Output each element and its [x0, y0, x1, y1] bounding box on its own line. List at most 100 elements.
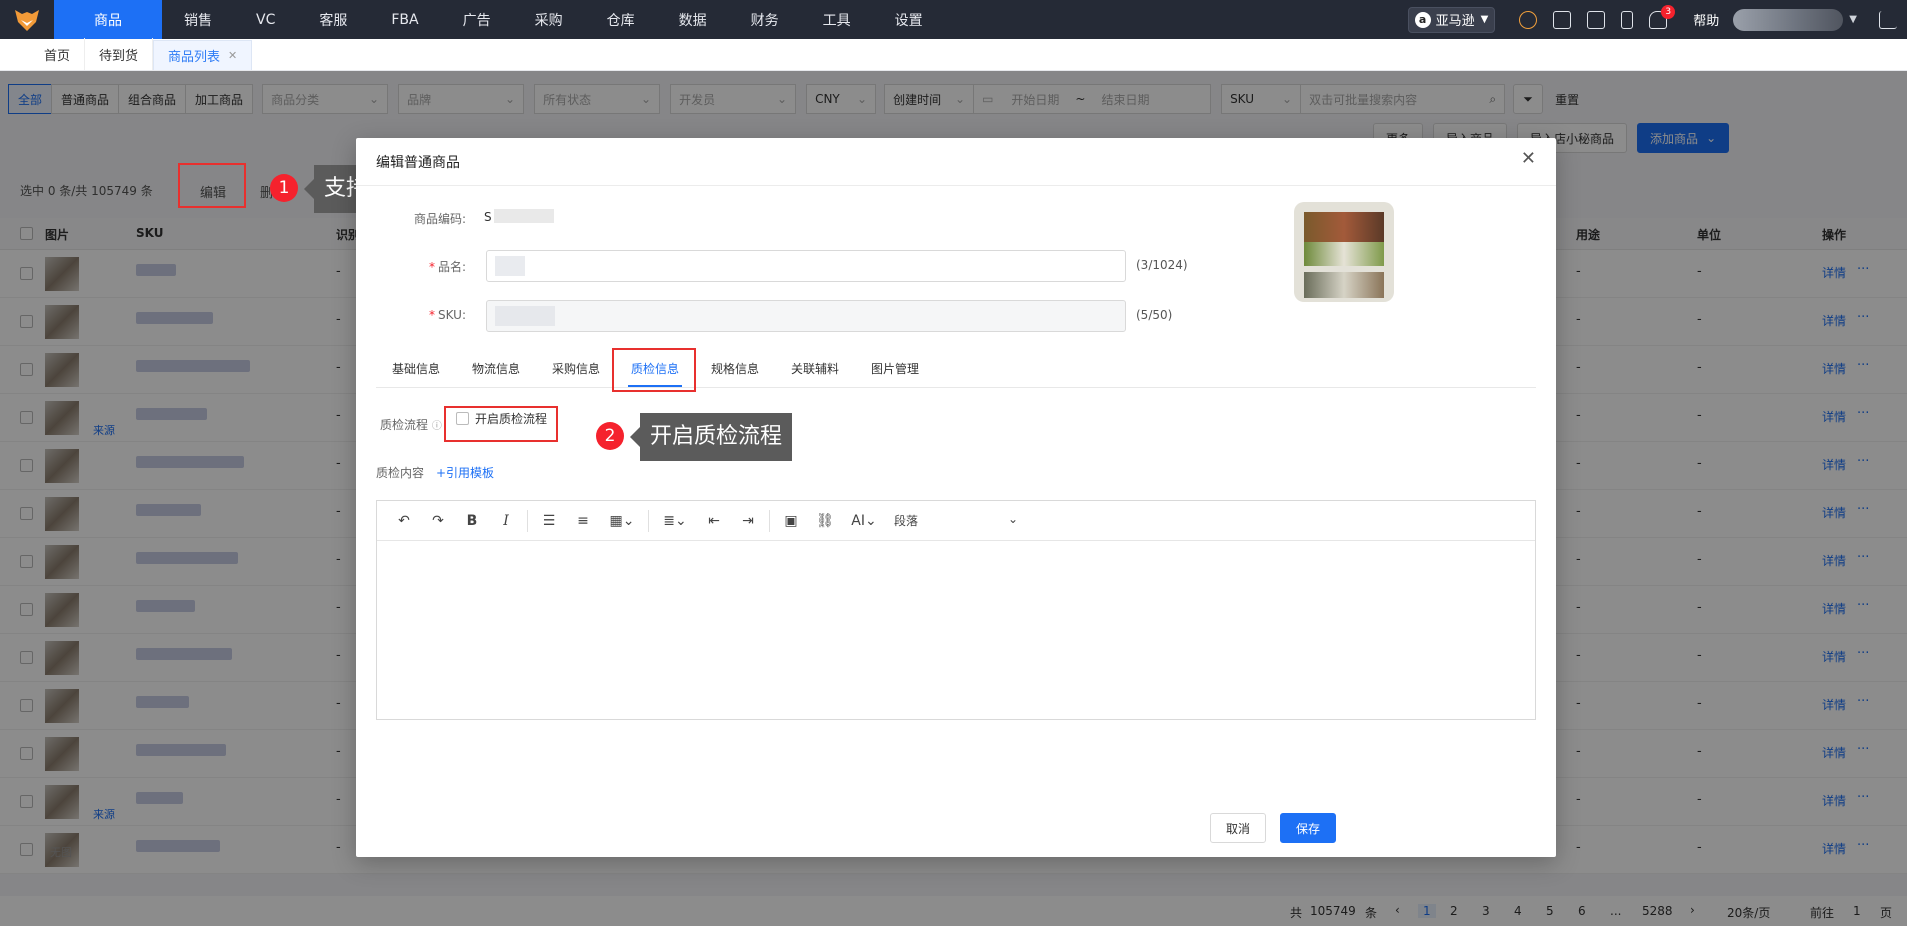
name-input[interactable]: [486, 250, 1126, 282]
italic-icon[interactable]: I: [494, 513, 518, 529]
template-link[interactable]: +引用模板: [436, 464, 494, 481]
label-text: 品名:: [437, 260, 466, 274]
toolbar-separator: [648, 509, 649, 532]
name-label: * 品名:: [356, 258, 466, 275]
nav-item[interactable]: 设置: [873, 0, 945, 39]
product-thumbnail[interactable]: [1294, 202, 1394, 302]
cancel-button[interactable]: 取消: [1210, 813, 1266, 843]
callout-number-1: 1: [270, 174, 298, 202]
editor-content[interactable]: [377, 541, 1535, 719]
mobile-icon[interactable]: [1621, 10, 1634, 29]
table-icon[interactable]: ▦⌄: [605, 513, 639, 529]
help-link[interactable]: 帮助: [1693, 10, 1719, 29]
tab-label: 商品列表: [168, 50, 221, 65]
thumbnail-pixel: [1304, 242, 1384, 266]
outdent-icon[interactable]: ⇤: [702, 513, 726, 529]
tab-home[interactable]: 首页: [30, 38, 86, 70]
undo-icon[interactable]: ↶: [392, 513, 416, 529]
callout-number-2: 2: [596, 422, 624, 450]
editor-toolbar: ↶ ↷ B I ☰ ≡ ▦⌄ ≣⌄ ⇤ ⇥ ▣ ⛓ AI⌄ 段落 ⌄: [377, 501, 1535, 541]
nav-item[interactable]: 广告: [441, 0, 513, 39]
qc-content-label: 质检内容: [376, 466, 425, 480]
marketplace-select[interactable]: a 亚马逊 ▼: [1407, 6, 1496, 33]
fox-logo-icon: [15, 9, 39, 31]
notification-badge: 3: [1661, 4, 1676, 19]
toolbar-separator: [527, 509, 528, 532]
input-blur: [495, 256, 525, 276]
sku-label: * SKU:: [356, 308, 466, 322]
amazon-icon: a: [1414, 11, 1431, 28]
nav-item[interactable]: VC: [234, 0, 297, 39]
button-label: 取消: [1225, 821, 1250, 836]
edit-product-modal: 编辑普通商品 ✕ 商品编码: S * 品名: (3/1024) * SKU: (5/…: [356, 138, 1556, 857]
user-avatar[interactable]: [1733, 8, 1844, 31]
page-tabs: 首页 待到货 商品列表 ✕: [0, 38, 1907, 71]
download-icon[interactable]: [1553, 10, 1572, 29]
bell-icon[interactable]: 3: [1649, 4, 1676, 29]
bold-icon[interactable]: B: [460, 513, 484, 529]
paragraph-select[interactable]: 段落 ⌄: [894, 512, 1018, 529]
highlight-batch-edit: [178, 163, 246, 208]
sku-input: [486, 300, 1126, 332]
help-icon[interactable]: ⓘ: [432, 421, 442, 432]
nav-item[interactable]: 工具: [801, 0, 873, 39]
nav-item[interactable]: FBA: [369, 0, 440, 39]
tab-images[interactable]: 图片管理: [871, 360, 919, 377]
thumbnail-pixel: [1304, 212, 1384, 242]
nav-item[interactable]: 销售: [162, 0, 234, 39]
indent-icon[interactable]: ⇥: [736, 513, 760, 529]
app-logo[interactable]: [0, 0, 54, 39]
numbered-list-icon[interactable]: ≡: [571, 513, 595, 529]
label-text: SKU:: [438, 308, 466, 322]
thumbnail-pixel: [1304, 272, 1384, 298]
save-button[interactable]: 保存: [1280, 813, 1336, 843]
image-icon[interactable]: ▣: [779, 513, 803, 529]
nav-item[interactable]: 客服: [297, 0, 369, 39]
user-menu-chevron-icon[interactable]: ▼: [1849, 14, 1857, 25]
nav-item[interactable]: 数据: [657, 0, 729, 39]
modal-tabs: 基础信息 物流信息 采购信息 质检信息 规格信息 关联辅料 图片管理: [376, 346, 1536, 388]
tab-incoming[interactable]: 待到货: [85, 38, 154, 70]
tab-accessory[interactable]: 关联辅料: [791, 360, 839, 377]
code-value: S: [484, 210, 492, 224]
close-icon[interactable]: ✕: [228, 49, 237, 62]
task-list-icon[interactable]: [1587, 10, 1606, 29]
close-icon[interactable]: ✕: [1521, 148, 1536, 169]
tab-logistics[interactable]: 物流信息: [472, 360, 520, 377]
tab-product-list[interactable]: 商品列表 ✕: [153, 40, 253, 70]
nav-right: a 亚马逊 ▼ 3 帮助 ▼: [1407, 0, 1907, 39]
chevron-down-icon: ⌄: [1007, 512, 1018, 526]
marketplace-label: 亚马逊: [1435, 14, 1475, 29]
callout-qc-flow: 开启质检流程: [629, 413, 793, 461]
select-value: 段落: [894, 514, 919, 528]
modal-divider: [356, 185, 1556, 186]
redo-icon[interactable]: ↷: [426, 513, 450, 529]
tab-spec[interactable]: 规格信息: [711, 360, 759, 377]
align-icon[interactable]: ≣⌄: [658, 513, 692, 529]
coin-icon[interactable]: [1519, 10, 1538, 29]
nav-item[interactable]: 采购: [513, 0, 585, 39]
tab-label: 首页: [44, 48, 71, 64]
tab-label: 待到货: [99, 48, 139, 64]
bullet-list-icon[interactable]: ☰: [537, 513, 561, 529]
tab-purchase[interactable]: 采购信息: [552, 360, 600, 377]
link-icon[interactable]: ⛓: [813, 513, 837, 529]
font-size-icon[interactable]: AI⌄: [847, 513, 881, 529]
highlight-qc-enable: [444, 406, 558, 442]
nav-item[interactable]: 商品: [54, 0, 162, 39]
name-count: (3/1024): [1136, 258, 1188, 272]
fullscreen-icon[interactable]: [1879, 10, 1897, 29]
tab-basic[interactable]: 基础信息: [392, 360, 440, 377]
rich-text-editor: ↶ ↷ B I ☰ ≡ ▦⌄ ≣⌄ ⇤ ⇥ ▣ ⛓ AI⌄ 段落 ⌄: [376, 500, 1536, 720]
nav-item[interactable]: 仓库: [585, 0, 657, 39]
code-blur: [494, 209, 554, 223]
input-blur: [495, 306, 555, 326]
required-mark: *: [428, 260, 435, 274]
chevron-down-icon: ▼: [1480, 14, 1489, 25]
qc-flow-label: 质检流程 ⓘ: [380, 416, 442, 433]
top-nav: 商品 销售 VC 客服 FBA 广告 采购 仓库 数据 财务 工具 设置 a 亚马逊 ▼ 3 帮助 ▼: [0, 0, 1907, 39]
code-label: 商品编码:: [413, 212, 466, 226]
modal-title: 编辑普通商品: [376, 155, 460, 171]
nav-item[interactable]: 财务: [729, 0, 801, 39]
required-mark: *: [429, 308, 435, 322]
